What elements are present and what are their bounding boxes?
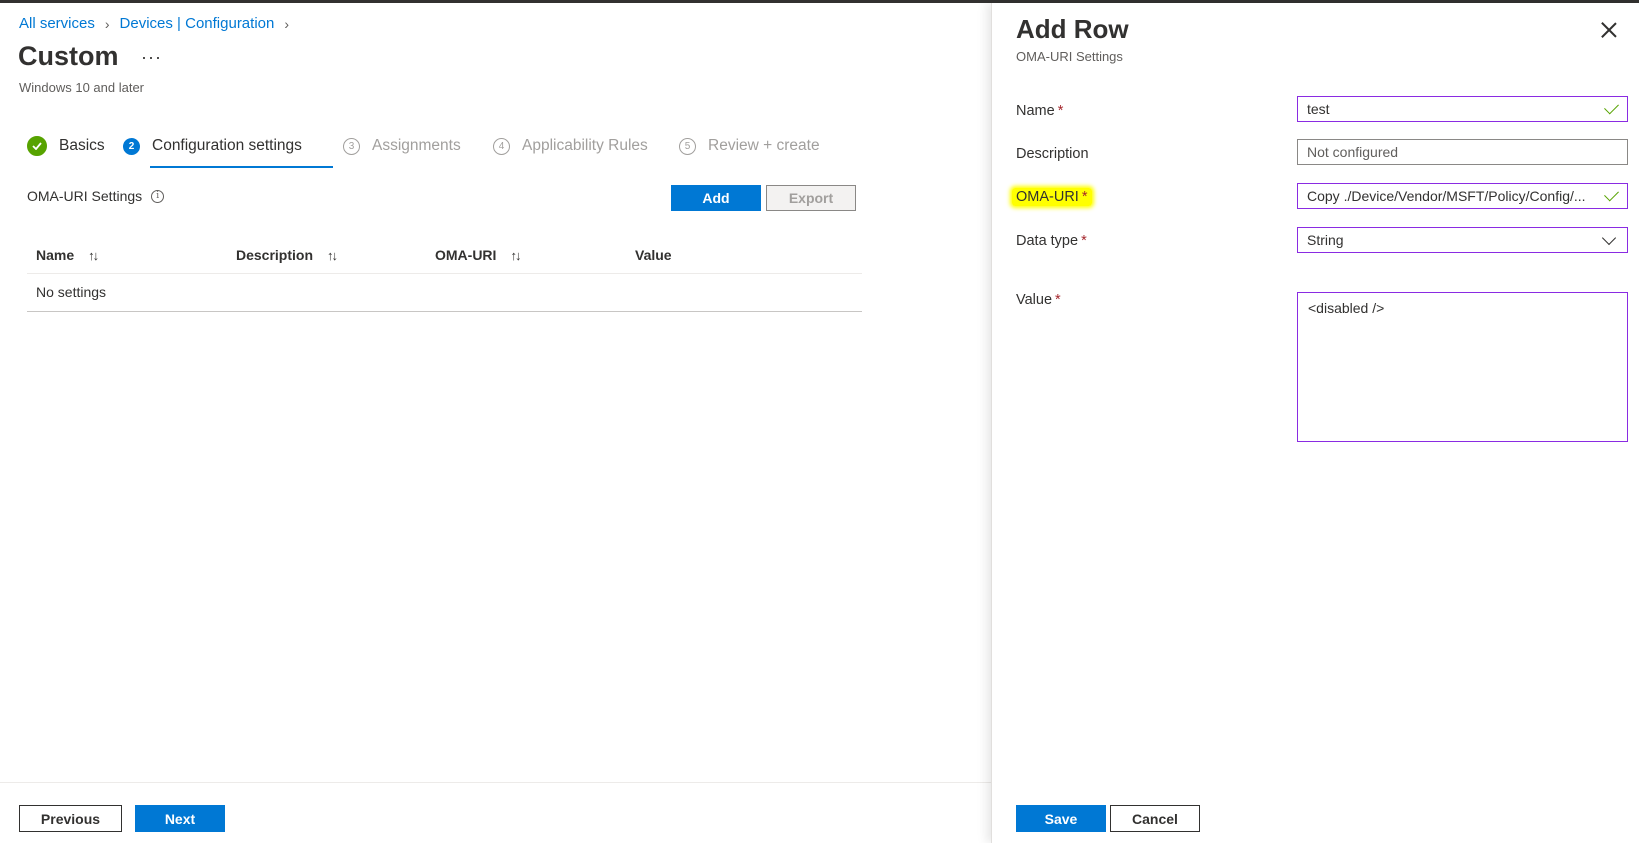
checkmark-icon — [1604, 99, 1619, 115]
step-configuration-settings[interactable]: 2 Configuration settings — [123, 133, 302, 159]
column-header-oma-uri[interactable]: OMA-URI ↑↓ — [435, 247, 521, 263]
empty-table-text: No settings — [36, 284, 107, 300]
save-button[interactable]: Save — [1016, 805, 1106, 832]
oma-uri-settings-label: OMA-URI Settings i — [27, 188, 165, 204]
export-button[interactable]: Export — [766, 185, 856, 211]
page-subtitle: Windows 10 and later — [19, 80, 145, 95]
description-label: Description — [1016, 146, 1089, 162]
column-label: OMA-URI — [435, 247, 497, 263]
step-label: Applicability Rules — [522, 137, 648, 154]
column-header-value: Value — [635, 247, 672, 263]
chevron-down-icon — [1601, 230, 1617, 245]
settings-table: Name ↑↓ Description ↑↓ OMA-URI ↑↓ Value … — [27, 233, 862, 312]
label-text: Name — [1016, 103, 1055, 119]
required-marker: * — [1055, 292, 1061, 308]
step-label: Configuration settings — [152, 137, 302, 154]
breadcrumb-all-services[interactable]: All services — [19, 15, 95, 32]
name-input[interactable]: test — [1297, 96, 1628, 122]
footer-divider — [0, 782, 991, 783]
table-header: Name ↑↓ Description ↑↓ OMA-URI ↑↓ Value — [27, 233, 862, 274]
dropdown-value: String — [1307, 232, 1344, 248]
label-text: Value — [1016, 292, 1053, 308]
input-placeholder: Not configured — [1307, 144, 1399, 160]
sort-icon[interactable]: ↑↓ — [510, 248, 521, 263]
step-review-create[interactable]: 5 Review + create — [679, 133, 820, 159]
input-value: test — [1307, 101, 1330, 117]
active-step-indicator — [150, 166, 333, 168]
table-row: No settings — [27, 274, 862, 312]
chevron-right-icon: › — [284, 15, 290, 32]
add-button[interactable]: Add — [671, 185, 761, 211]
column-label: Value — [635, 247, 672, 263]
close-icon[interactable] — [1599, 20, 1619, 40]
step-label: Review + create — [708, 137, 820, 154]
input-value: Copy ./Device/Vendor/MSFT/Policy/Config/… — [1307, 188, 1586, 204]
more-options-icon[interactable]: ··· — [141, 47, 162, 68]
step-number: 2 — [123, 137, 140, 155]
label-text: Description — [1016, 146, 1089, 162]
column-label: Name — [36, 247, 75, 263]
info-icon[interactable]: i — [151, 189, 165, 203]
name-label: Name * — [1016, 103, 1063, 119]
cancel-button[interactable]: Cancel — [1110, 805, 1200, 832]
label-text: OMA-URI — [1016, 189, 1079, 205]
sort-icon[interactable]: ↑↓ — [88, 248, 99, 263]
label-text: Data type — [1016, 233, 1079, 249]
value-label: Value * — [1016, 292, 1061, 308]
step-number: 5 — [679, 137, 696, 155]
checkmark-icon — [1604, 186, 1619, 202]
step-number: 3 — [343, 137, 360, 155]
highlighted-label: OMA-URI * — [1012, 188, 1092, 206]
required-marker: * — [1081, 233, 1087, 249]
sort-icon[interactable]: ↑↓ — [327, 248, 338, 263]
column-header-name[interactable]: Name ↑↓ — [36, 247, 99, 263]
data-type-dropdown[interactable]: String — [1297, 227, 1628, 253]
value-textarea[interactable]: <disabled /> — [1297, 292, 1628, 442]
breadcrumb-devices-configuration[interactable]: Devices | Configuration — [120, 15, 275, 32]
section-label: OMA-URI Settings — [27, 188, 143, 204]
step-basics[interactable]: Basics — [27, 133, 105, 159]
panel-subtitle: OMA-URI Settings — [1016, 49, 1123, 64]
column-label: Description — [236, 247, 314, 263]
data-type-label: Data type * — [1016, 233, 1087, 249]
oma-uri-input[interactable]: Copy ./Device/Vendor/MSFT/Policy/Config/… — [1297, 183, 1628, 209]
previous-button[interactable]: Previous — [19, 805, 122, 832]
next-button[interactable]: Next — [135, 805, 225, 832]
panel-title: Add Row — [1016, 14, 1129, 44]
main-content: All services › Devices | Configuration ›… — [0, 3, 991, 843]
step-applicability-rules[interactable]: 4 Applicability Rules — [493, 133, 648, 159]
step-label: Basics — [59, 137, 105, 154]
step-assignments[interactable]: 3 Assignments — [343, 133, 461, 159]
required-marker: * — [1081, 189, 1088, 205]
add-row-panel: Add Row OMA-URI Settings Name * test Desc… — [991, 3, 1639, 843]
checkmark-circle-icon — [27, 136, 47, 156]
chevron-right-icon: › — [104, 15, 110, 32]
page-title: Custom — [18, 41, 119, 71]
step-number: 4 — [493, 137, 510, 155]
breadcrumb: All services › Devices | Configuration › — [19, 15, 299, 32]
required-marker: * — [1057, 103, 1064, 119]
oma-uri-label: OMA-URI * — [1012, 188, 1092, 206]
description-input[interactable]: Not configured — [1297, 139, 1628, 165]
column-header-description[interactable]: Description ↑↓ — [236, 247, 338, 263]
step-label: Assignments — [372, 137, 461, 154]
